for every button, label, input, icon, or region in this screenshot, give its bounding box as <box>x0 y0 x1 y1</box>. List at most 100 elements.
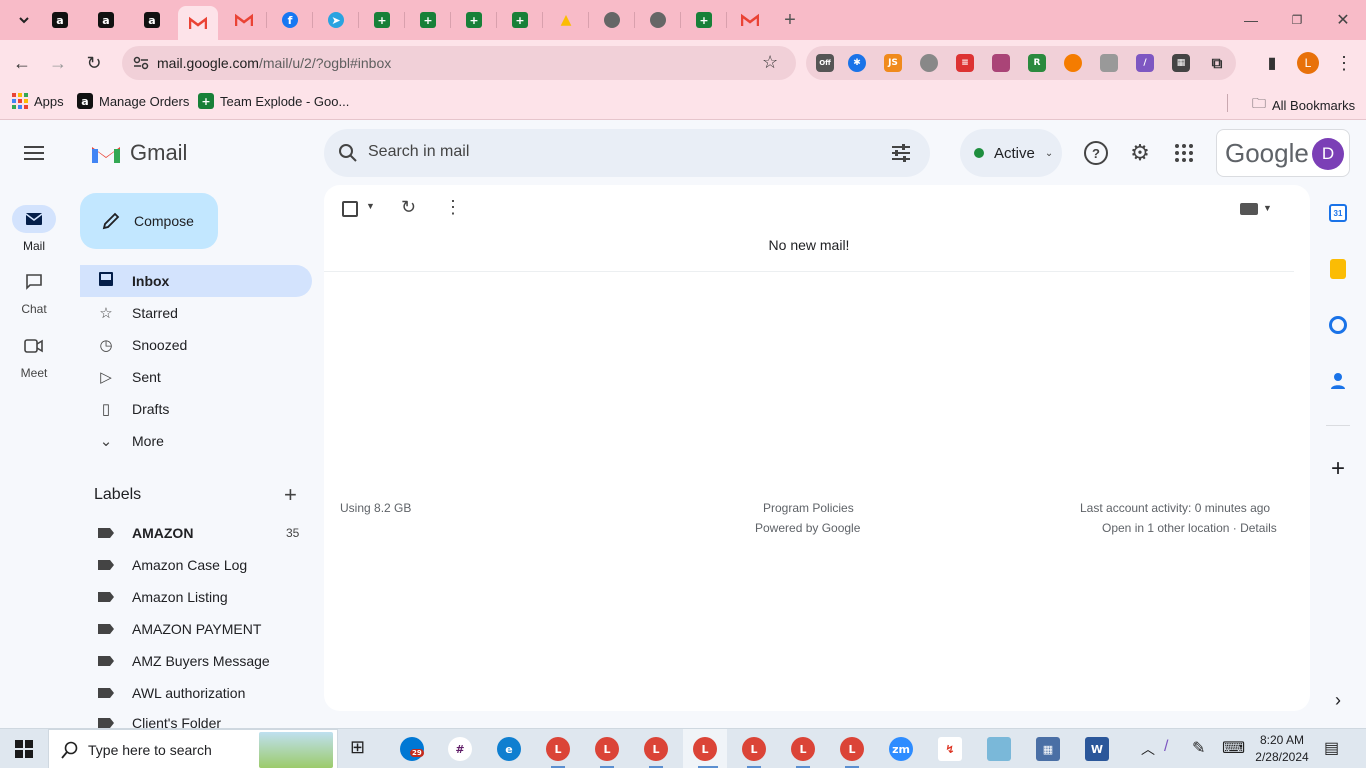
tab-sheets-5[interactable]: + <box>684 6 724 34</box>
tab-facebook[interactable]: f <box>270 6 310 34</box>
bookmark-manage-orders[interactable]: a Manage Orders <box>77 93 189 109</box>
tab-amazon-2[interactable]: a <box>86 6 126 34</box>
compose-button[interactable]: Compose <box>80 193 218 249</box>
ink-workspace-icon[interactable]: ✎ <box>1192 738 1205 758</box>
ext-off-icon[interactable]: Off <box>816 54 834 72</box>
ext-bars-icon[interactable]: ≡ <box>956 54 974 72</box>
chrome-icon-2[interactable]: L <box>595 737 619 761</box>
slack-icon[interactable]: # <box>448 737 472 761</box>
zoom-icon[interactable]: zm <box>889 737 913 761</box>
close-window-button[interactable]: ✕ <box>1328 8 1358 32</box>
nav-snoozed[interactable]: ◷ Snoozed <box>80 329 312 361</box>
keyboard-tray-icon[interactable]: ⌨ <box>1222 738 1245 758</box>
tab-gmail-active[interactable] <box>178 6 218 40</box>
tasks-app-button[interactable] <box>1326 313 1350 337</box>
input-tools-dropdown-icon[interactable]: ▼ <box>1263 203 1272 213</box>
forward-button[interactable]: → <box>45 50 71 76</box>
ext-pen-icon[interactable]: / <box>1136 54 1154 72</box>
select-dropdown-icon[interactable]: ▼ <box>366 201 375 211</box>
select-all-checkbox[interactable] <box>342 201 358 217</box>
program-policies-link[interactable]: Program Policies <box>763 501 854 515</box>
refresh-button[interactable]: ↻ <box>401 197 416 218</box>
chart-app-icon[interactable]: ↯ <box>938 737 962 761</box>
tab-telegram[interactable]: ➤ <box>316 6 356 34</box>
chrome-icon-7[interactable]: L <box>840 737 864 761</box>
nav-starred[interactable]: ☆ Starred <box>80 297 312 329</box>
nav-sent[interactable]: ▷ Sent <box>80 361 312 393</box>
ext-js-icon[interactable]: JS <box>884 54 902 72</box>
search-options-icon[interactable] <box>890 142 912 164</box>
new-tab-button[interactable]: + <box>770 6 810 34</box>
show-side-panel-button[interactable]: › <box>1326 688 1350 712</box>
chrome-icon-6[interactable]: L <box>791 737 815 761</box>
chevron-up-icon[interactable]: ︿ <box>1141 739 1155 759</box>
add-label-button[interactable]: + <box>284 482 297 508</box>
contacts-app-button[interactable] <box>1326 369 1350 393</box>
account-avatar[interactable]: D <box>1312 138 1344 170</box>
tab-sheets-4[interactable]: + <box>500 6 540 34</box>
search-bar[interactable]: Search in mail <box>324 129 930 177</box>
windows-start-icon[interactable] <box>15 740 33 758</box>
ext-plugin-icon[interactable]: ✱ <box>848 54 866 72</box>
ext-orange-icon[interactable] <box>1064 54 1082 72</box>
nav-drafts[interactable]: ▯ Drafts <box>80 393 312 425</box>
side-panel-button[interactable]: ▮ <box>1259 50 1285 76</box>
details-link[interactable]: Details <box>1240 521 1277 535</box>
calendar-app-button[interactable]: 31 <box>1326 201 1350 225</box>
ext-globe-icon[interactable] <box>920 54 938 72</box>
address-bar[interactable]: mail.google.com/mail/u/2/?ogbl#inbox ☆ <box>122 46 796 80</box>
label-amazon-payment[interactable]: AMAZON PAYMENT <box>80 613 312 645</box>
label-amazon-listing[interactable]: Amazon Listing <box>80 581 312 613</box>
back-button[interactable]: ← <box>9 50 35 76</box>
label-amz-buyers-message[interactable]: AMZ Buyers Message <box>80 645 312 677</box>
chrome-icon-3[interactable]: L <box>644 737 668 761</box>
task-view-icon[interactable]: ⊞ <box>350 737 365 758</box>
bookmark-apps[interactable]: Apps <box>12 93 64 109</box>
label-amazon[interactable]: AMAZON 35 <box>80 517 312 549</box>
keyboard-icon[interactable] <box>1240 203 1258 215</box>
mail-app-icon[interactable]: 29 <box>400 737 424 761</box>
keep-app-button[interactable] <box>1326 257 1350 281</box>
tab-sheets-3[interactable]: + <box>454 6 494 34</box>
tab-drive[interactable]: ▲ <box>546 6 586 34</box>
chrome-icon-5[interactable]: L <box>742 737 766 761</box>
edge-icon[interactable]: e <box>497 737 521 761</box>
ext-rs-icon[interactable]: R <box>1028 54 1046 72</box>
profile-avatar[interactable]: L <box>1297 52 1319 74</box>
chrome-icon-4[interactable]: L <box>693 737 717 761</box>
all-bookmarks-button[interactable]: 🗀 All Bookmarks <box>1252 93 1355 117</box>
clock[interactable]: 8:20 AM 2/28/2024 <box>1254 732 1310 766</box>
account-chip[interactable]: Google D <box>1216 129 1350 177</box>
notifications-icon[interactable]: ▤ <box>1324 738 1339 758</box>
tab-gmail-2[interactable] <box>224 6 264 34</box>
get-addons-button[interactable]: + <box>1326 455 1350 482</box>
ext-dots-icon[interactable] <box>1100 54 1118 72</box>
ext-qr-icon[interactable]: ▦ <box>1172 54 1190 72</box>
calculator-icon[interactable]: ▦ <box>1036 737 1060 761</box>
tab-web-1[interactable] <box>592 6 632 34</box>
tab-sheets-2[interactable]: + <box>408 6 448 34</box>
gmail-logo[interactable]: Gmail <box>90 140 187 166</box>
tab-search-button[interactable] <box>4 6 44 34</box>
google-apps-button[interactable] <box>1174 143 1194 166</box>
label-awl-authorization[interactable]: AWL authorization <box>80 677 312 709</box>
tab-amazon-3[interactable]: a <box>132 6 172 34</box>
extensions-puzzle-icon[interactable]: ⧉ <box>1208 54 1226 72</box>
tab-gmail-3[interactable] <box>730 6 770 34</box>
chrome-icon-1[interactable]: L <box>546 737 570 761</box>
notepad-icon[interactable] <box>987 737 1011 761</box>
label-clients-folder[interactable]: Client's Folder <box>80 709 312 728</box>
search-input[interactable]: Search in mail <box>368 143 469 161</box>
nav-more[interactable]: ⌄ More <box>80 425 312 457</box>
tab-sheets-1[interactable]: + <box>362 6 402 34</box>
help-button[interactable]: ? <box>1084 141 1108 165</box>
reload-button[interactable]: ↻ <box>81 50 107 76</box>
main-menu-button[interactable] <box>22 143 46 163</box>
ext-tool-icon[interactable] <box>992 54 1010 72</box>
tab-amazon-1[interactable]: a <box>40 6 80 34</box>
minimize-button[interactable]: — <box>1236 8 1266 32</box>
pen-tray-icon[interactable]: / <box>1164 738 1168 756</box>
rail-chat[interactable]: Chat <box>0 268 68 316</box>
more-actions-button[interactable]: ⋮ <box>444 197 462 218</box>
taskbar-search[interactable]: Type here to search <box>48 729 338 768</box>
